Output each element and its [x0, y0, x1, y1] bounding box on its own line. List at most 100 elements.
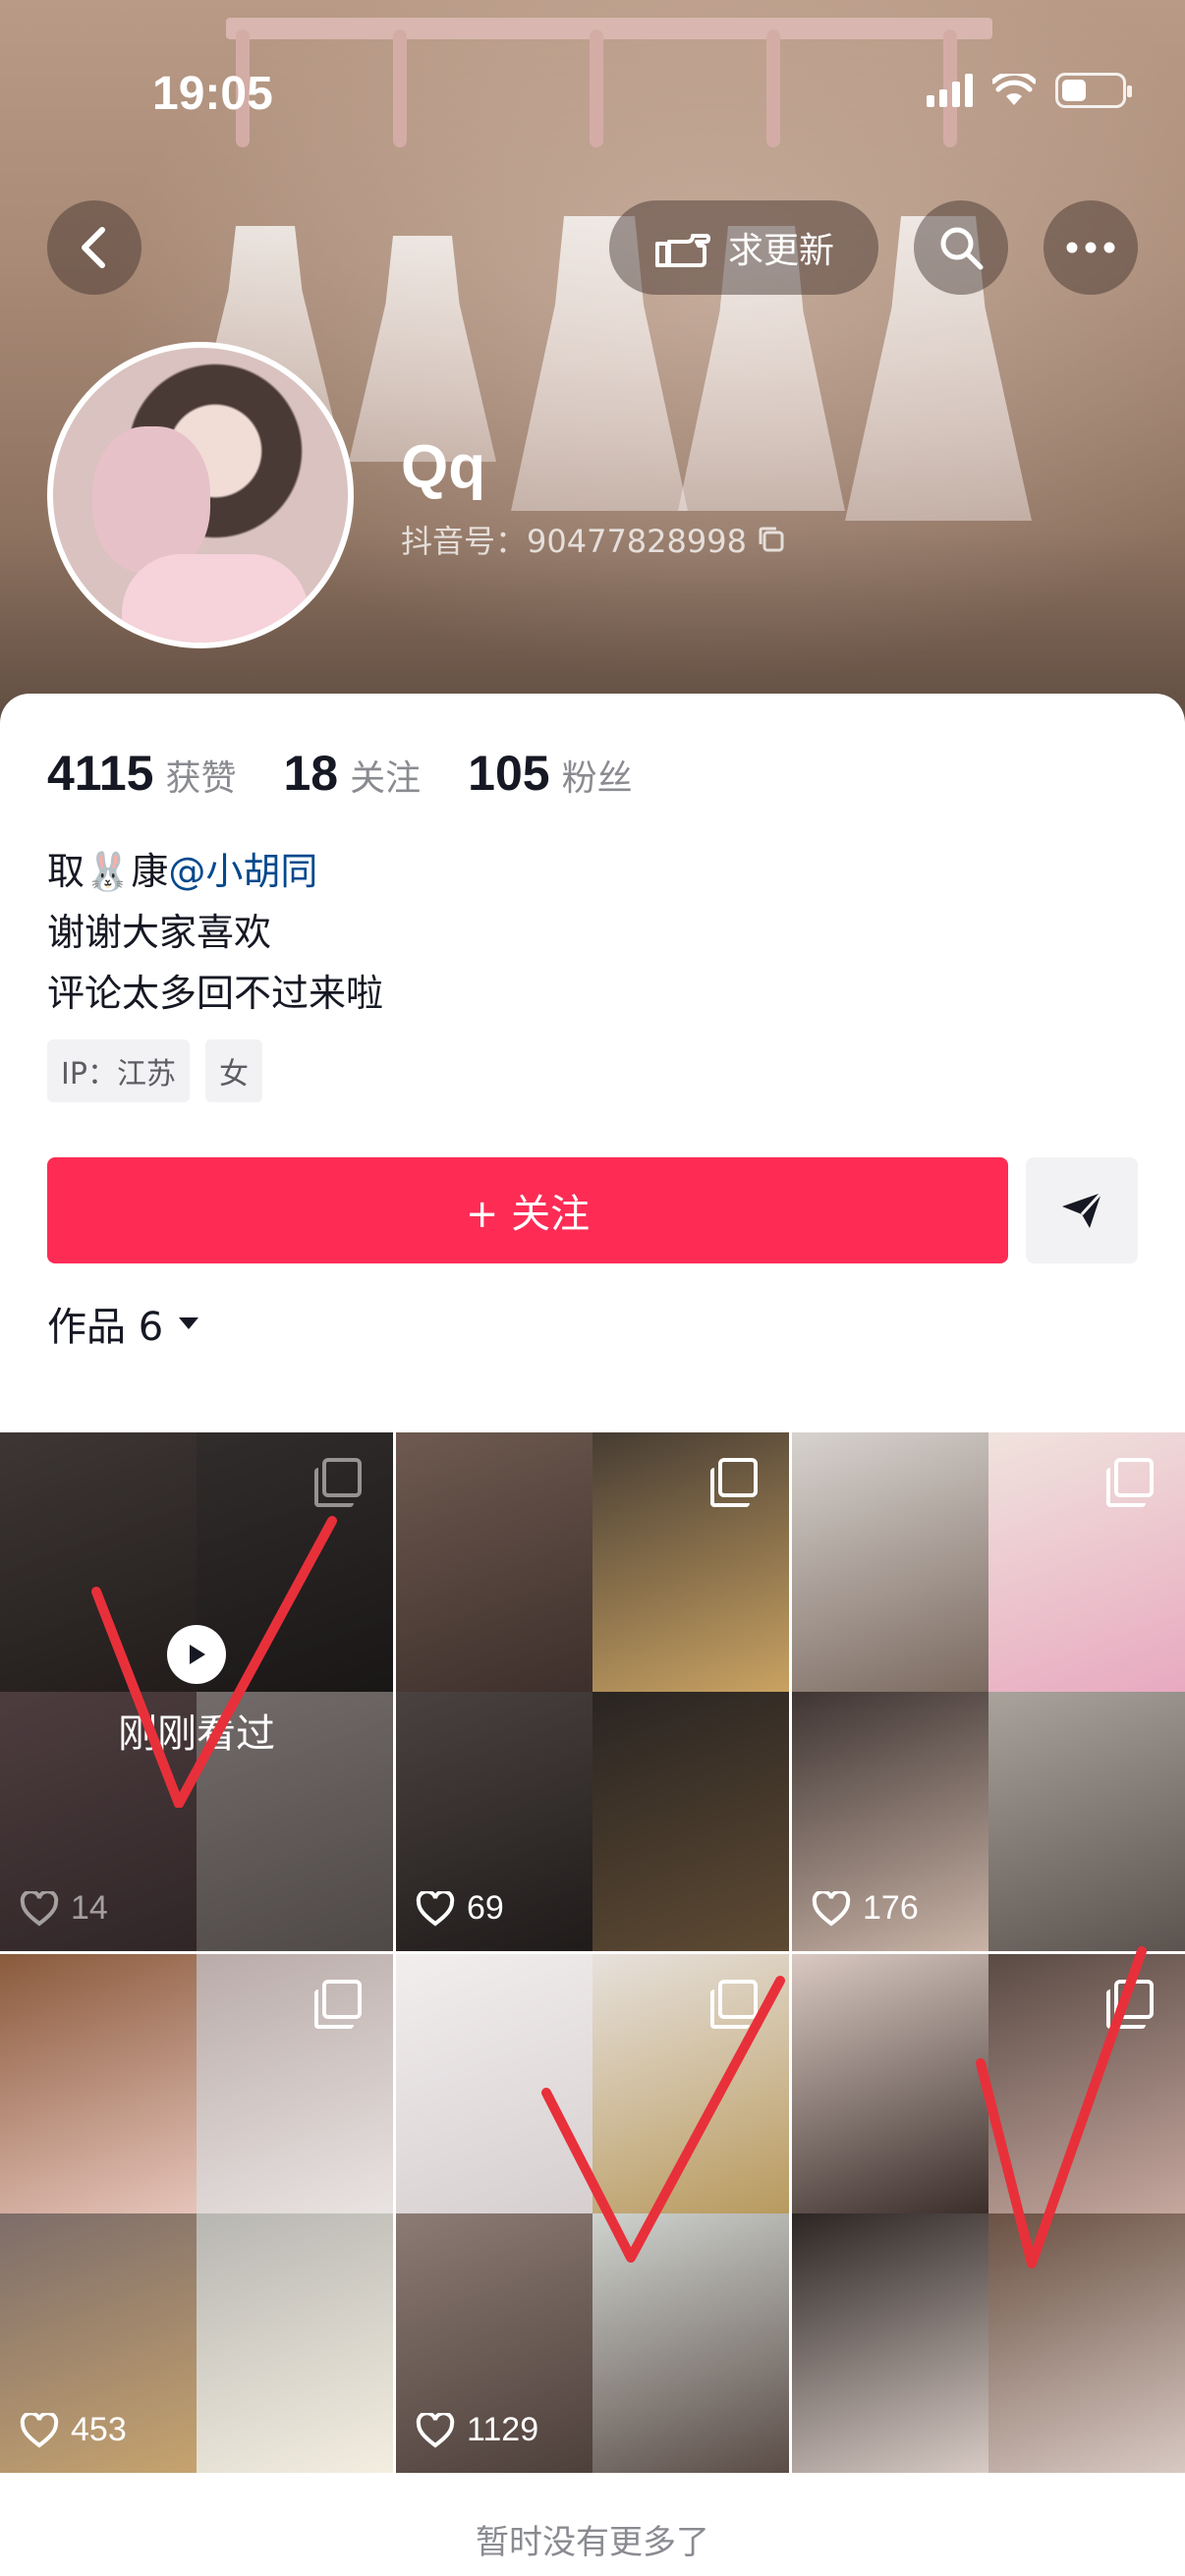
thumbnail-part [197, 1954, 393, 2213]
like-count: 14 [20, 1889, 108, 1928]
caret-down-icon [179, 1317, 199, 1329]
thumbnail-part [396, 1954, 592, 2213]
heart-icon [416, 2412, 455, 2448]
multi-image-icon [1114, 1458, 1154, 1497]
multi-image-icon [718, 1980, 758, 2019]
thumbnail-part [988, 1692, 1185, 1951]
like-count-value: 453 [71, 2411, 127, 2448]
status-time: 19:05 [152, 68, 273, 120]
thumbnail-part [396, 1432, 592, 1692]
bio: 取🐰康@小胡同 谢谢大家喜欢 评论太多回不过来啦 [47, 841, 383, 1024]
follow-button[interactable]: + 关注 [47, 1157, 1008, 1263]
thumbnail-part [792, 1432, 988, 1692]
request-update-button[interactable]: 求更新 [609, 200, 878, 295]
multi-image-icon [322, 1980, 362, 2019]
thumbnail-part [592, 1954, 789, 2213]
copy-icon[interactable] [757, 525, 786, 554]
more-dots-icon [1066, 242, 1115, 253]
search-button[interactable] [914, 200, 1008, 295]
gender-tag: 女 [204, 1039, 262, 1102]
bio-line-1: 取🐰康@小胡同 [47, 841, 383, 902]
search-icon [940, 227, 984, 270]
watched-label: 刚刚看过 [118, 1711, 275, 1757]
thumbnail-part [592, 1692, 789, 1951]
thumbnail-part [988, 1432, 1185, 1692]
pointing-hand-icon [654, 234, 710, 267]
work-item[interactable]: 1129 [396, 1954, 789, 2473]
works-title: 作品 6 [47, 1305, 164, 1350]
hook [590, 29, 603, 147]
douyin-id-text: 抖音号：90477828998 [401, 523, 747, 560]
like-count: 176 [812, 1889, 919, 1928]
work-item[interactable]: 176 [792, 1432, 1185, 1951]
work-item[interactable]: 69 [396, 1432, 789, 1951]
battery-icon [1055, 73, 1132, 108]
play-icon [167, 1625, 226, 1684]
request-update-label: 求更新 [727, 231, 834, 271]
watched-indicator: 刚刚看过 [0, 1625, 393, 1759]
works-tab[interactable]: 作品 6 [47, 1295, 200, 1352]
no-more-content: 暂时没有更多了 [476, 2523, 709, 2562]
share-button[interactable] [1026, 1157, 1138, 1263]
stat-value: 4115 [47, 746, 154, 801]
hook [766, 29, 780, 147]
work-item[interactable]: 453 [0, 1954, 393, 2473]
works-grid: 刚刚看过 14 69 176 453 1129 [0, 1432, 1185, 2473]
heart-icon [416, 1890, 455, 1927]
stat-likes[interactable]: 4115 获赞 [47, 745, 237, 802]
send-icon [1062, 1191, 1103, 1228]
status-icons [927, 73, 1132, 108]
thumbnail-part [592, 1432, 789, 1692]
plush-bunny [92, 426, 210, 574]
stat-label: 粉丝 [561, 758, 633, 799]
heart-icon [20, 2412, 59, 2448]
thumbnail-part [988, 2213, 1185, 2473]
thumbnail-part [988, 1954, 1185, 2213]
heart-icon [20, 1890, 59, 1927]
like-count-value: 14 [71, 1889, 108, 1927]
wifi-icon [992, 74, 1036, 105]
stat-value: 18 [283, 746, 339, 801]
multi-image-icon [718, 1458, 758, 1497]
thumbnail-part [792, 2213, 988, 2473]
ip-location-tag: IP：江苏 [47, 1039, 190, 1102]
hanger-rail [226, 18, 992, 39]
work-item[interactable]: 刚刚看过 14 [0, 1432, 393, 1951]
work-item[interactable] [792, 1954, 1185, 2473]
profile-tags: IP：江苏 女 [47, 1039, 262, 1102]
like-count-value: 69 [467, 1889, 504, 1927]
bio-line-3: 评论太多回不过来啦 [47, 972, 384, 1015]
thumbnail-part [0, 1954, 197, 2213]
like-count-value: 1129 [467, 2411, 539, 2448]
bio-line-1-text: 取🐰康 [47, 850, 169, 893]
douyin-id[interactable]: 抖音号：90477828998 [401, 517, 786, 562]
bio-line-2: 谢谢大家喜欢 [47, 911, 272, 954]
nickname: Qq [401, 433, 486, 501]
follow-label: + 关注 [465, 1192, 591, 1237]
stat-label: 获赞 [165, 758, 237, 799]
chevron-left-icon [82, 227, 105, 268]
avatar-shirt [122, 554, 309, 643]
like-count: 453 [20, 2411, 127, 2449]
signal-icon [927, 74, 973, 107]
heart-icon [812, 1890, 851, 1927]
avatar[interactable] [47, 342, 354, 648]
stats-row: 4115 获赞 18 关注 105 粉丝 [47, 745, 633, 802]
back-button[interactable] [47, 200, 141, 295]
bio-mention-link[interactable]: @小胡同 [168, 850, 317, 893]
multi-image-icon [1114, 1980, 1154, 2019]
hook [393, 29, 407, 147]
stat-following[interactable]: 18 关注 [284, 745, 422, 802]
stat-label: 关注 [350, 758, 422, 799]
stat-value: 105 [468, 746, 550, 801]
like-count-value: 176 [863, 1889, 919, 1927]
thumbnail-part [792, 1954, 988, 2213]
like-count: 69 [416, 1889, 504, 1928]
dress [349, 236, 496, 462]
stat-followers[interactable]: 105 粉丝 [468, 745, 632, 802]
more-button[interactable] [1044, 200, 1138, 295]
multi-image-icon [322, 1458, 362, 1497]
thumbnail-part [197, 2213, 393, 2473]
thumbnail-part [592, 2213, 789, 2473]
like-count: 1129 [416, 2411, 538, 2449]
